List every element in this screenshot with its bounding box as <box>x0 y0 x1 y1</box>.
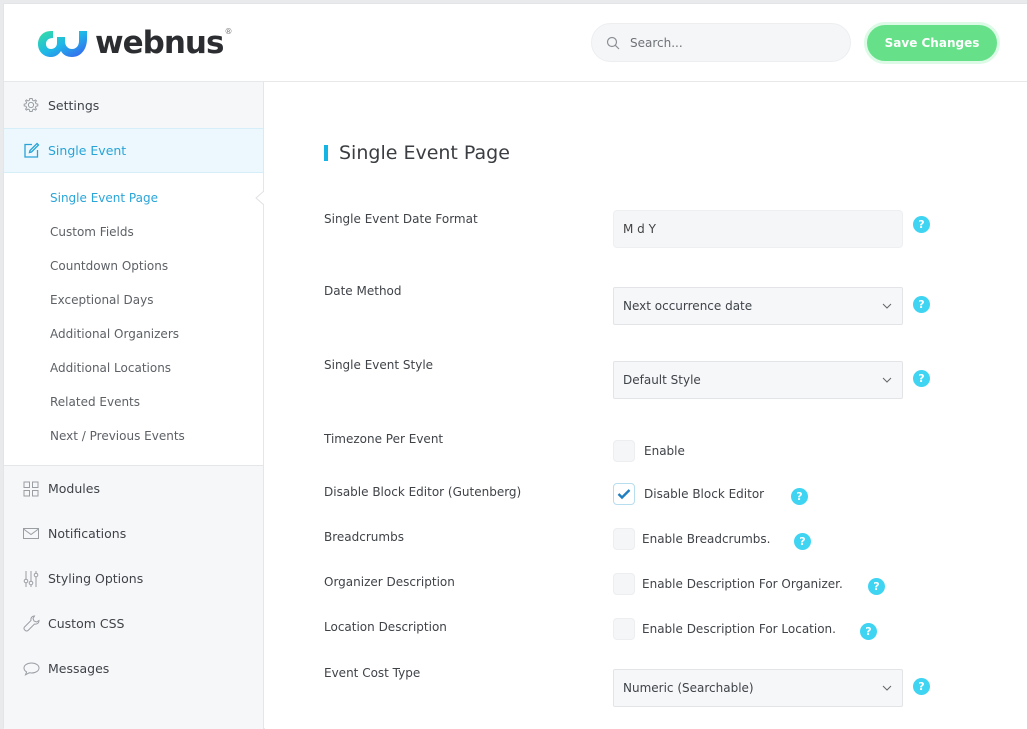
help-icon[interactable]: ? <box>913 296 930 313</box>
field-label: Single Event Date Format <box>324 212 478 226</box>
sidebar-item-single-event[interactable]: Single Event <box>4 128 263 173</box>
sidebar: Settings Single Event Single Event Page … <box>4 82 264 729</box>
grid-icon <box>22 480 40 498</box>
sidebar-item-label: Settings <box>48 97 100 113</box>
block-editor-checkbox[interactable] <box>613 483 635 505</box>
select-value: Default Style <box>623 373 701 387</box>
field-row-date-format: Single Event Date Format ? <box>324 210 964 250</box>
checkmark-icon <box>617 489 631 500</box>
main-content: Single Event Page Single Event Date Form… <box>265 82 1027 729</box>
page-title-text: Single Event Page <box>339 142 510 164</box>
field-label: Event Cost Type <box>324 666 421 680</box>
sidebar-item-styling-options[interactable]: Styling Options <box>4 556 263 601</box>
timezone-checkbox[interactable] <box>613 440 635 462</box>
date-method-select[interactable]: Next occurrence date <box>613 287 903 325</box>
sidebar-item-modules[interactable]: Modules <box>4 466 263 511</box>
field-row-cost-type: Event Cost Type Numeric (Searchable) ? <box>324 666 964 707</box>
sidebar-item-label: Notifications <box>48 526 127 541</box>
wrench-icon <box>22 615 40 633</box>
sidebar-item-notifications[interactable]: Notifications <box>4 511 263 556</box>
field-label: Timezone Per Event <box>324 432 444 446</box>
submenu-item-related-events[interactable]: Related Events <box>4 385 263 419</box>
checkbox-label: Enable Description For Location. <box>642 622 836 636</box>
field-row-date-method: Date Method Next occurrence date ? <box>324 284 964 325</box>
search-input[interactable] <box>630 35 830 50</box>
submenu-item-custom-fields[interactable]: Custom Fields <box>4 215 263 249</box>
checkbox-label: Enable <box>644 444 685 458</box>
help-icon[interactable]: ? <box>791 488 808 505</box>
submenu-item-exceptional-days[interactable]: Exceptional Days <box>4 283 263 317</box>
timezone-checkbox-group: Enable <box>613 440 685 462</box>
field-label: Organizer Description <box>324 575 455 589</box>
save-changes-button[interactable]: Save Changes <box>864 22 1000 64</box>
location-description-checkbox-group: Enable Description For Location. <box>613 618 836 640</box>
search-box[interactable] <box>591 23 851 62</box>
help-icon[interactable]: ? <box>913 370 930 387</box>
checkbox-label: Disable Block Editor <box>644 487 765 501</box>
chevron-down-icon <box>882 685 892 691</box>
block-editor-checkbox-group: Disable Block Editor <box>613 483 764 505</box>
field-label: Single Event Style <box>324 358 434 372</box>
active-pointer-icon <box>255 191 264 205</box>
logo-text: webnus <box>95 25 224 61</box>
help-icon[interactable]: ? <box>794 533 811 550</box>
checkbox-label: Enable Breadcrumbs. <box>642 532 771 546</box>
sidebar-item-label: Custom CSS <box>48 616 125 631</box>
field-row-timezone: Timezone Per Event Enable <box>324 432 964 472</box>
chat-bubble-icon <box>22 660 40 678</box>
title-accent-bar <box>324 145 328 161</box>
event-style-select[interactable]: Default Style <box>613 361 903 399</box>
gear-icon <box>22 96 40 114</box>
sidebar-item-settings[interactable]: Settings <box>4 82 263 128</box>
page-title: Single Event Page <box>324 142 510 164</box>
submenu-item-additional-locations[interactable]: Additional Locations <box>4 351 263 385</box>
sidebar-item-label: Styling Options <box>48 571 144 586</box>
field-label: Location Description <box>324 620 447 634</box>
sidebar-item-custom-css[interactable]: Custom CSS <box>4 601 263 646</box>
chevron-down-icon <box>882 377 892 383</box>
field-label: Breadcrumbs <box>324 530 404 544</box>
sidebar-item-messages[interactable]: Messages <box>4 646 263 691</box>
help-icon[interactable]: ? <box>913 216 930 233</box>
help-icon[interactable]: ? <box>868 578 885 595</box>
search-icon <box>606 36 620 49</box>
select-value: Next occurrence date <box>623 299 753 313</box>
webnus-logo-icon <box>38 31 87 57</box>
header: webnus ® Save Changes <box>4 4 1027 82</box>
edit-icon <box>22 142 40 160</box>
logo[interactable]: webnus ® <box>37 26 232 60</box>
field-row-location-description: Location Description Enable Description … <box>324 618 964 650</box>
date-format-input[interactable] <box>613 210 903 248</box>
sidebar-lower-nav: Modules Notifications Styling Options Cu… <box>4 466 263 691</box>
field-label: Disable Block Editor (Gutenberg) <box>324 485 522 499</box>
help-icon[interactable]: ? <box>913 678 930 695</box>
sliders-icon <box>22 570 40 588</box>
registered-mark: ® <box>224 26 233 36</box>
checkbox-label: Enable Description For Organizer. <box>642 577 843 591</box>
select-value: Numeric (Searchable) <box>623 681 754 695</box>
submenu-item-additional-organizers[interactable]: Additional Organizers <box>4 317 263 351</box>
sidebar-item-label: Modules <box>48 481 100 496</box>
field-label: Date Method <box>324 284 402 298</box>
single-event-submenu: Single Event Page Custom Fields Countdow… <box>4 173 264 466</box>
app-window: webnus ® Save Changes Settings Single Ev… <box>3 3 1027 729</box>
sidebar-item-label: Messages <box>48 661 110 676</box>
cost-type-select[interactable]: Numeric (Searchable) <box>613 669 903 707</box>
field-row-block-editor: Disable Block Editor (Gutenberg) Disable… <box>324 483 964 515</box>
chevron-down-icon <box>882 303 892 309</box>
breadcrumbs-checkbox-group: Enable Breadcrumbs. <box>613 528 770 550</box>
field-row-organizer-description: Organizer Description Enable Description… <box>324 573 964 605</box>
field-row-event-style: Single Event Style Default Style ? <box>324 358 964 399</box>
submenu-item-countdown-options[interactable]: Countdown Options <box>4 249 263 283</box>
field-row-breadcrumbs: Breadcrumbs Enable Breadcrumbs. ? <box>324 528 964 560</box>
submenu-item-single-event-page[interactable]: Single Event Page <box>4 181 263 215</box>
breadcrumbs-checkbox[interactable] <box>613 528 635 550</box>
envelope-icon <box>22 525 40 543</box>
organizer-description-checkbox[interactable] <box>613 573 635 595</box>
sidebar-item-label: Single Event <box>48 143 127 158</box>
organizer-description-checkbox-group: Enable Description For Organizer. <box>613 573 843 595</box>
location-description-checkbox[interactable] <box>613 618 635 640</box>
help-icon[interactable]: ? <box>860 623 877 640</box>
submenu-item-next-previous-events[interactable]: Next / Previous Events <box>4 419 263 453</box>
